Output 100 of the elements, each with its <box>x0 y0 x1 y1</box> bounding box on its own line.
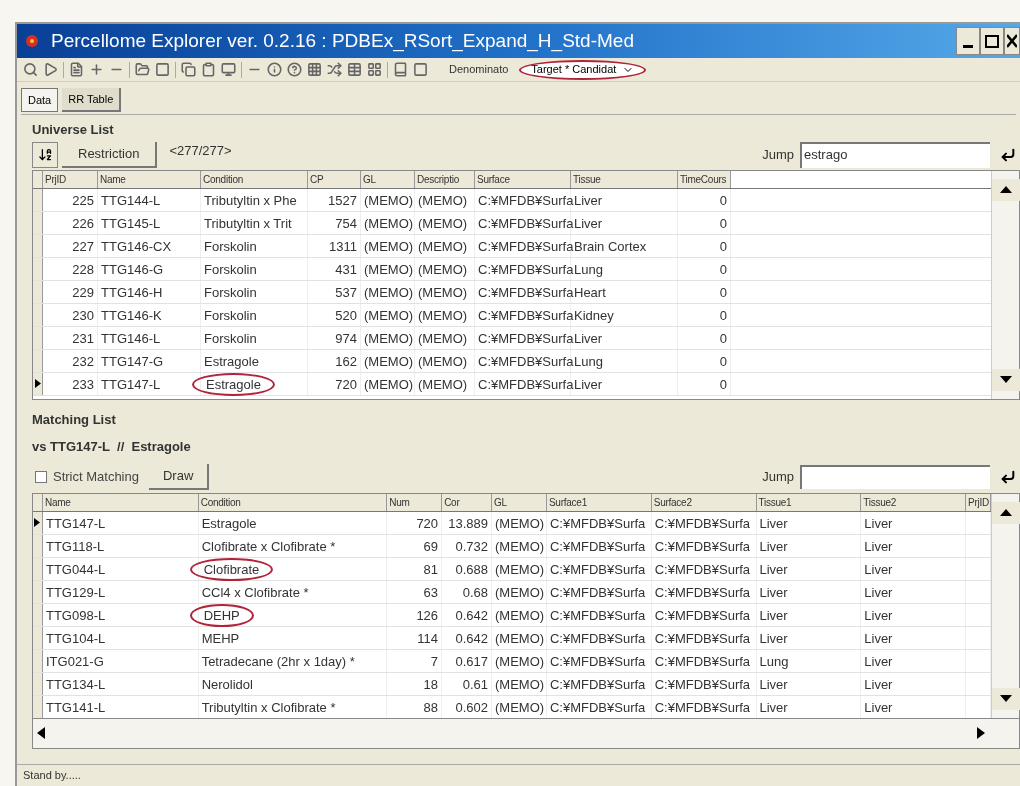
table-cell: (MEMO) <box>364 215 414 231</box>
table-cell: 0 <box>719 215 727 231</box>
vertical-scrollbar[interactable] <box>991 493 1019 718</box>
maximize-button[interactable] <box>980 27 1004 55</box>
column-header[interactable]: Surface2 <box>651 493 757 511</box>
column-header[interactable]: PrjID <box>43 170 98 188</box>
close-button[interactable] <box>1004 27 1020 55</box>
table-cell: (MEMO) <box>494 676 545 692</box>
help-icon[interactable] <box>287 62 302 77</box>
table-cell: MEHP <box>201 630 240 646</box>
column-header[interactable]: GL <box>361 170 415 188</box>
table-cell: TTG145-L <box>101 215 161 231</box>
layout-icon[interactable] <box>367 62 382 77</box>
column-header[interactable]: CP <box>308 170 361 188</box>
table-cell: C:¥MFDB¥Surfa <box>478 353 574 369</box>
column-header[interactable]: Condition <box>198 493 388 511</box>
table-cell: 1311 <box>329 238 357 254</box>
scroll-right-arrow[interactable] <box>977 727 985 739</box>
table-cell: (MEMO) <box>494 561 545 577</box>
scroll-left-arrow[interactable] <box>37 727 45 739</box>
column-header[interactable]: Surface1 <box>546 493 652 511</box>
table-cell: TTG129-L <box>46 584 106 600</box>
plus-icon[interactable] <box>89 62 104 77</box>
table-cell: 114 <box>417 630 439 646</box>
table-cell: C:¥MFDB¥Surfa <box>478 330 574 346</box>
table-cell: C:¥MFDB¥Surfa <box>654 630 751 646</box>
column-header[interactable]: Num <box>387 493 443 511</box>
restriction-button[interactable]: Restriction <box>62 141 158 168</box>
table-cell: C:¥MFDB¥Surfa <box>654 653 751 669</box>
section-title: Universe List <box>31 121 115 139</box>
column-header[interactable]: Cor <box>442 493 493 511</box>
tab[interactable]: RR Table <box>62 88 122 112</box>
table-cell: Liver <box>864 676 893 692</box>
table-cell: C:¥MFDB¥Surfa <box>549 607 646 623</box>
jump-field[interactable]: estrago <box>800 141 990 168</box>
table-cell: C:¥MFDB¥Surfa <box>654 515 751 531</box>
strict-matching-checkbox[interactable] <box>35 470 47 483</box>
record-count: <277/277> <box>169 141 232 160</box>
book-icon[interactable] <box>393 62 408 77</box>
monitor-icon[interactable] <box>221 62 236 77</box>
column-header[interactable]: Name <box>43 493 199 511</box>
table-cell: C:¥MFDB¥Surfa <box>478 238 574 254</box>
table-cell: (MEMO) <box>418 376 468 392</box>
table-cell: 63 <box>423 584 439 600</box>
square-icon[interactable] <box>413 62 428 77</box>
denominator-label: Denominato <box>449 62 509 78</box>
column-header[interactable]: TimeCours <box>678 170 731 188</box>
column-header[interactable]: Name <box>98 170 201 188</box>
shuffle-icon[interactable] <box>327 62 342 77</box>
info-icon[interactable] <box>267 62 282 77</box>
table-cell: (MEMO) <box>364 261 414 277</box>
table-icon[interactable] <box>347 62 362 77</box>
table-cell: 229 <box>72 284 94 300</box>
table-cell: Kidney <box>574 307 614 323</box>
row-header[interactable] <box>33 511 43 534</box>
draw-button[interactable]: Draw <box>149 463 210 490</box>
folder-icon[interactable] <box>135 62 150 77</box>
minimize-button[interactable] <box>956 27 980 55</box>
vertical-scrollbar[interactable] <box>991 170 1019 399</box>
document-icon[interactable] <box>69 62 84 77</box>
column-header[interactable]: Tissue1 <box>756 493 862 511</box>
enter-icon[interactable] <box>1000 146 1016 163</box>
column-header[interactable]: Surface <box>475 170 571 188</box>
table-cell: Tributyltin x Trit <box>204 215 292 231</box>
table-cell: 0 <box>719 330 727 346</box>
search-icon[interactable] <box>23 62 38 77</box>
table-cell: Tetradecane (2hr x 1day) * <box>201 653 355 669</box>
table-cell: 0.602 <box>455 699 488 715</box>
table-cell: (MEMO) <box>418 261 468 277</box>
table-cell: 537 <box>335 284 357 300</box>
jump-label: Jump <box>762 467 794 486</box>
column-header[interactable]: Descriptio <box>415 170 475 188</box>
enter-icon[interactable] <box>1000 468 1016 485</box>
table-cell: C:¥MFDB¥Surfa <box>654 538 751 554</box>
table-cell: TTG118-L <box>46 538 105 554</box>
sort-button[interactable] <box>32 141 58 168</box>
table-cell: 720 <box>335 376 357 392</box>
circled-table-cell: DEHP <box>189 603 254 627</box>
play-icon[interactable] <box>43 62 58 77</box>
copy-icon[interactable] <box>181 62 196 77</box>
table-cell: C:¥MFDB¥Surfa <box>478 261 574 277</box>
jump-field[interactable] <box>800 464 990 489</box>
column-header[interactable]: Condition <box>201 170 308 188</box>
table-cell: (MEMO) <box>418 353 468 369</box>
horizontal-scrollbar[interactable] <box>32 718 1020 749</box>
column-header[interactable]: GL <box>492 493 547 511</box>
grid-icon[interactable] <box>307 62 322 77</box>
table-cell: Liver <box>864 653 893 669</box>
column-header[interactable]: Tissue2 <box>861 493 967 511</box>
tab[interactable]: Data <box>21 88 59 112</box>
row-header[interactable] <box>33 372 43 395</box>
square-icon[interactable] <box>155 62 170 77</box>
table-cell: TTG146-L <box>101 330 161 346</box>
table-cell: C:¥MFDB¥Surfa <box>478 192 574 208</box>
column-header[interactable]: Tissue <box>571 170 678 188</box>
denominator-dropdown[interactable]: Target * Candidat <box>519 59 647 80</box>
column-header[interactable]: PrjID <box>966 493 991 511</box>
table-cell: 720 <box>416 515 439 531</box>
clipboard-icon[interactable] <box>201 62 216 77</box>
table-cell: Clofibrate x Clofibrate * <box>201 538 336 554</box>
